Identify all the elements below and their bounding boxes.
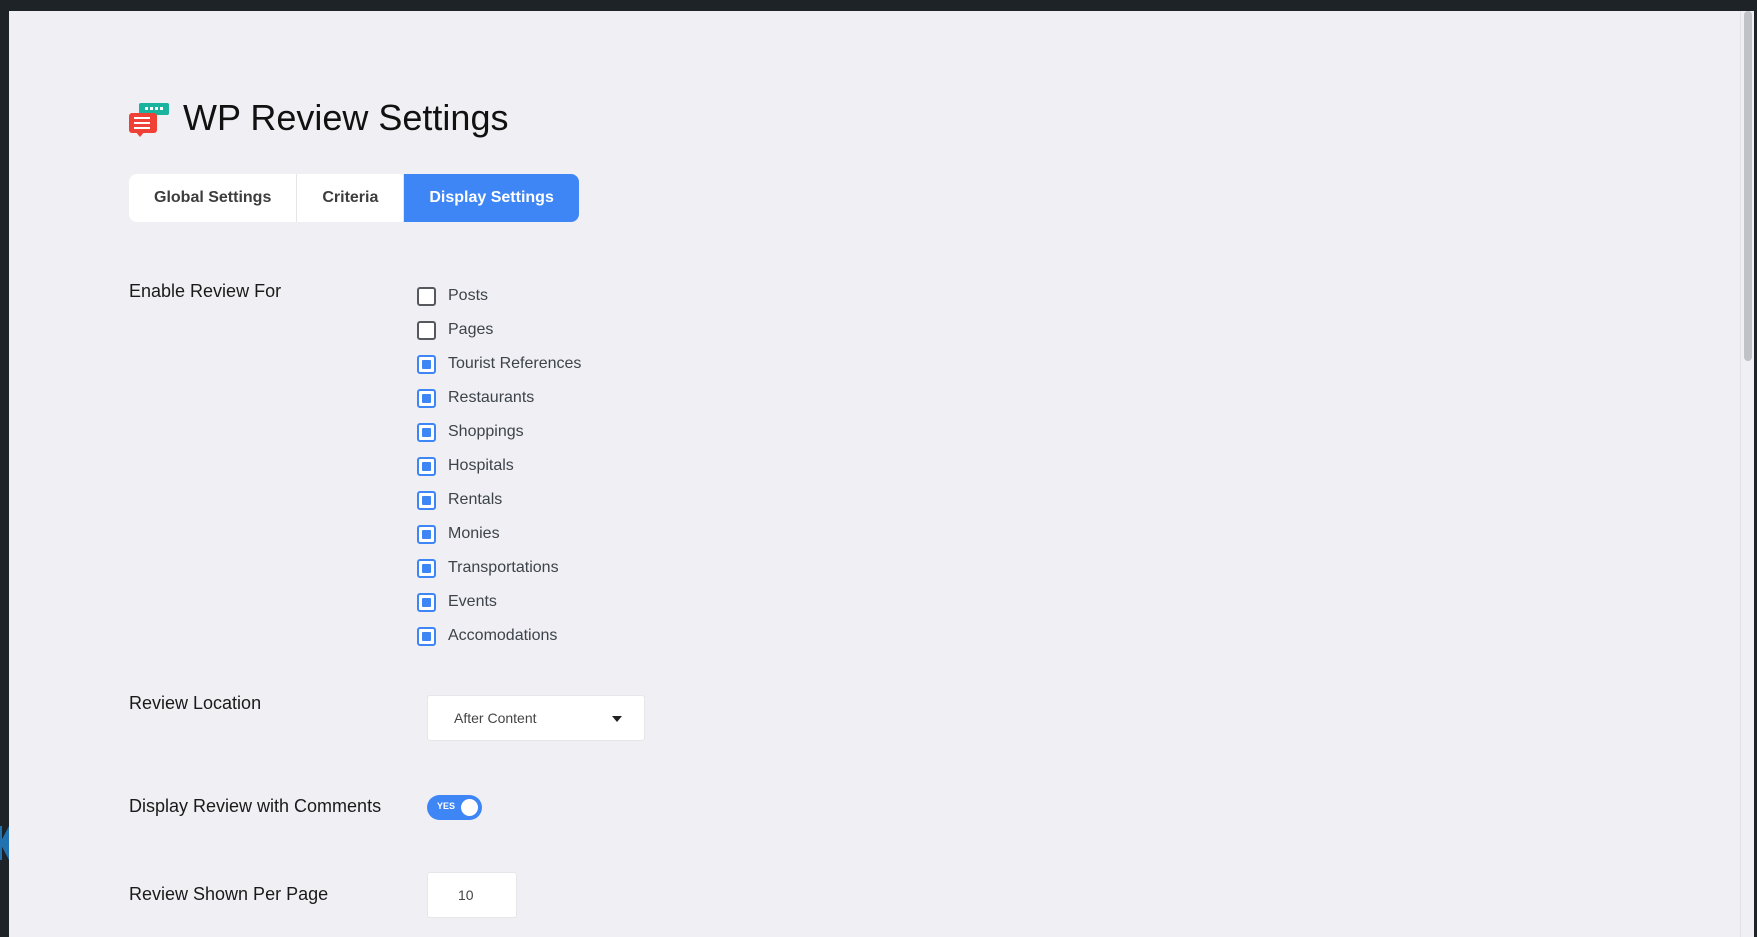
page-title: WP Review Settings bbox=[183, 97, 509, 138]
checkbox-icon[interactable] bbox=[417, 354, 436, 374]
enable-review-checklist: Posts Pages Tourist References Restauran… bbox=[417, 279, 581, 653]
checkbox-icon[interactable] bbox=[417, 456, 436, 476]
checkbox-accomodations[interactable]: Accomodations bbox=[417, 619, 581, 653]
checkbox-label: Posts bbox=[448, 287, 489, 304]
per-page-input[interactable]: 10 bbox=[427, 872, 517, 918]
review-logo-icon bbox=[129, 101, 171, 137]
toggle-knob bbox=[461, 799, 478, 816]
checkbox-icon[interactable] bbox=[417, 592, 436, 612]
checkbox-label: Accomodations bbox=[448, 627, 558, 644]
checkbox-restaurants[interactable]: Restaurants bbox=[417, 381, 581, 415]
tab-global-settings[interactable]: Global Settings bbox=[129, 174, 298, 222]
checkbox-posts[interactable]: Posts bbox=[417, 279, 581, 313]
checkbox-icon[interactable] bbox=[417, 422, 436, 442]
checkbox-label: Monies bbox=[448, 525, 500, 542]
checkbox-shoppings[interactable]: Shoppings bbox=[417, 415, 581, 449]
review-location-label: Review Location bbox=[129, 693, 262, 713]
checkbox-label: Transportations bbox=[448, 559, 559, 576]
checkbox-hospitals[interactable]: Hospitals bbox=[417, 449, 581, 483]
display-with-comments-label: Display Review with Comments bbox=[129, 796, 382, 816]
checkbox-tourist-references[interactable]: Tourist References bbox=[417, 347, 581, 381]
enable-review-label: Enable Review For bbox=[129, 281, 282, 301]
checkbox-icon[interactable] bbox=[417, 524, 436, 544]
checkbox-icon[interactable] bbox=[417, 388, 436, 408]
checkbox-events[interactable]: Events bbox=[417, 585, 581, 619]
scrollbar[interactable] bbox=[1740, 11, 1754, 937]
checkbox-pages[interactable]: Pages bbox=[417, 313, 581, 347]
checkbox-label: Pages bbox=[448, 321, 494, 338]
checkbox-label: Restaurants bbox=[448, 389, 535, 406]
toggle-text: YES bbox=[437, 801, 456, 811]
checkbox-rentals[interactable]: Rentals bbox=[417, 483, 581, 517]
tab-display-settings[interactable]: Display Settings bbox=[404, 174, 579, 222]
checkbox-label: Events bbox=[448, 593, 497, 610]
chevron-down-icon bbox=[612, 716, 622, 722]
tab-criteria[interactable]: Criteria bbox=[297, 174, 405, 222]
per-page-label: Review Shown Per Page bbox=[129, 884, 329, 904]
checkbox-transportations[interactable]: Transportations bbox=[417, 551, 581, 585]
collapse-arrow-icon[interactable] bbox=[0, 826, 9, 860]
checkbox-icon[interactable] bbox=[417, 626, 436, 646]
checkbox-label: Hospitals bbox=[448, 457, 514, 474]
admin-top-bar bbox=[0, 0, 1757, 11]
display-with-comments-toggle[interactable]: YES bbox=[427, 795, 482, 820]
page-header: WP Review Settings bbox=[129, 93, 508, 143]
checkbox-icon[interactable] bbox=[417, 558, 436, 578]
admin-sidebar bbox=[0, 11, 9, 937]
checkbox-icon[interactable] bbox=[417, 320, 436, 340]
checkbox-icon[interactable] bbox=[417, 490, 436, 510]
scrollbar-thumb[interactable] bbox=[1744, 11, 1752, 361]
per-page-value: 10 bbox=[458, 887, 474, 903]
checkbox-icon[interactable] bbox=[417, 286, 436, 306]
checkbox-monies[interactable]: Monies bbox=[417, 517, 581, 551]
settings-tabs: Global Settings Criteria Display Setting… bbox=[129, 174, 579, 222]
select-value: After Content bbox=[454, 710, 537, 726]
checkbox-label: Rentals bbox=[448, 491, 503, 508]
checkbox-label: Tourist References bbox=[448, 355, 582, 372]
checkbox-label: Shoppings bbox=[448, 423, 524, 440]
review-location-select[interactable]: After Content bbox=[427, 695, 645, 741]
settings-content: WP Review Settings Global Settings Crite… bbox=[9, 11, 1754, 937]
